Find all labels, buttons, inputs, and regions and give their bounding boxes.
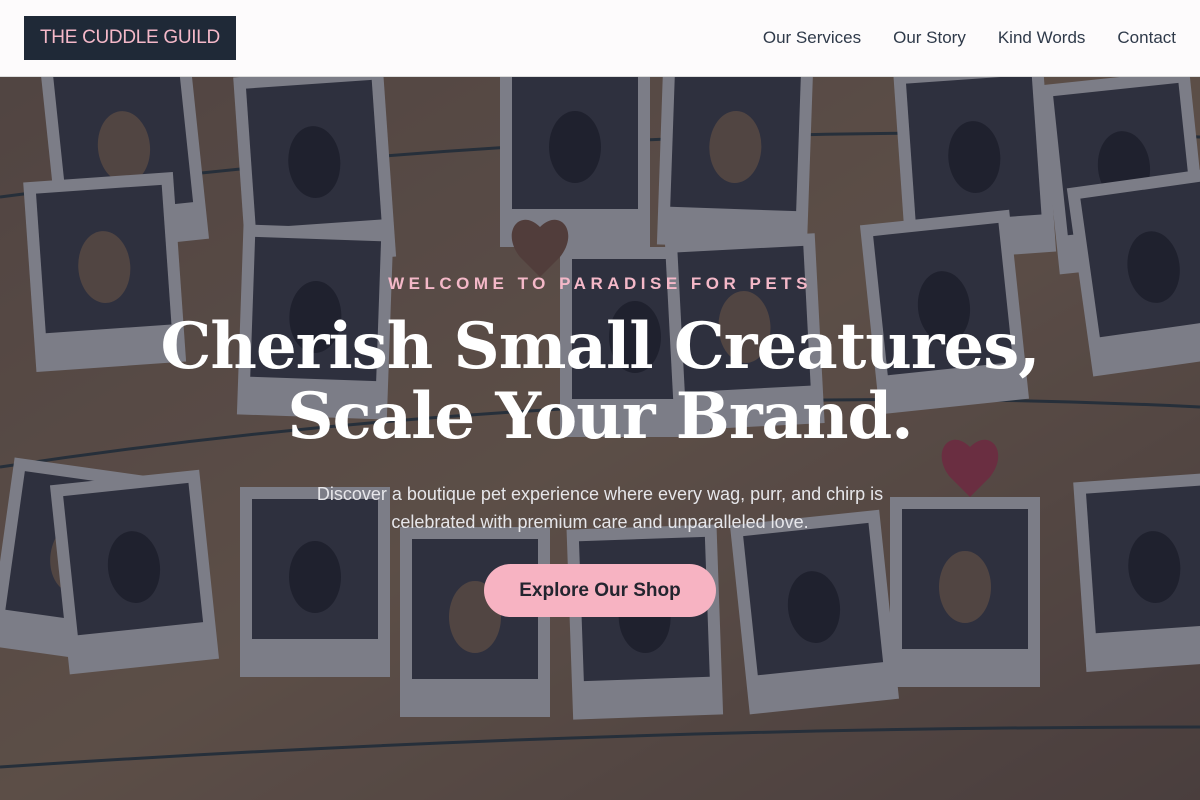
main-nav: Our Services Our Story Kind Words Contac… <box>763 28 1176 48</box>
nav-link-story[interactable]: Our Story <box>893 28 966 48</box>
hero-eyebrow: WELCOME TO PARADISE FOR PETS <box>388 274 812 293</box>
explore-shop-button[interactable]: Explore Our Shop <box>484 564 716 617</box>
site-header: THE CUDDLE GUILD Our Services Our Story … <box>0 0 1200 77</box>
nav-link-contact[interactable]: Contact <box>1117 28 1176 48</box>
brand-logo[interactable]: THE CUDDLE GUILD <box>24 16 236 60</box>
hero-section: WELCOME TO PARADISE FOR PETS Cherish Sma… <box>0 77 1200 800</box>
hero-content: WELCOME TO PARADISE FOR PETS Cherish Sma… <box>0 77 1200 800</box>
hero-headline: Cherish Small Creatures, Scale Your Bran… <box>150 312 1050 452</box>
hero-headline-line2: Scale Your Brand. <box>287 379 913 454</box>
nav-link-testimonials[interactable]: Kind Words <box>998 28 1086 48</box>
nav-link-services[interactable]: Our Services <box>763 28 861 48</box>
hero-subtext: Discover a boutique pet experience where… <box>316 484 884 532</box>
hero-headline-line1: Cherish Small Creatures, <box>160 309 1040 384</box>
